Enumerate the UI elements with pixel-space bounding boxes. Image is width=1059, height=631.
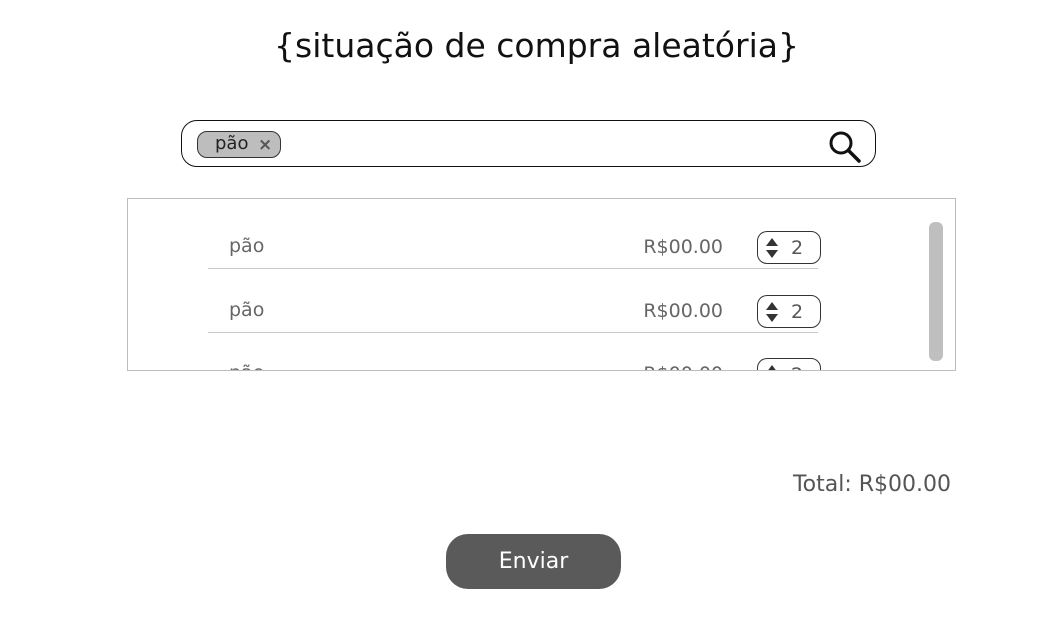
list-item: pão R$00.00 2 — [208, 205, 821, 269]
search-tag-chip[interactable]: pão × — [197, 131, 281, 158]
quantity-value: 2 — [791, 301, 804, 323]
stepper-arrows-icon[interactable] — [765, 364, 779, 371]
search-input[interactable] — [290, 129, 814, 161]
page-title: {situação de compra aleatória} — [274, 26, 799, 65]
list-item: pão R$00.00 2 — [208, 332, 821, 371]
quantity-stepper[interactable]: 2 — [757, 231, 821, 264]
list-scrollbar[interactable] — [929, 222, 943, 361]
item-price: R$00.00 — [643, 236, 723, 258]
quantity-value: 2 — [791, 364, 803, 370]
quantity-value: 2 — [791, 237, 804, 259]
item-name: pão — [229, 235, 265, 257]
item-price: R$00.00 — [643, 300, 723, 322]
search-bar[interactable]: pão × — [181, 120, 876, 167]
list-item: pão R$00.00 2 — [208, 269, 821, 333]
total-label: Total: R$00.00 — [792, 472, 951, 497]
quantity-stepper[interactable]: 2 — [757, 358, 821, 371]
search-icon[interactable] — [828, 130, 862, 164]
item-name: pão — [229, 299, 265, 321]
item-list: pão R$00.00 2 pão R$00.00 2 pã — [127, 198, 956, 371]
stepper-arrows-icon[interactable] — [765, 237, 779, 259]
close-icon[interactable]: × — [258, 135, 272, 155]
purchase-page: {situação de compra aleatória} pão × pão… — [0, 0, 1059, 631]
send-button[interactable]: Enviar — [446, 534, 621, 589]
quantity-stepper[interactable]: 2 — [757, 295, 821, 328]
item-name: pão — [229, 362, 264, 370]
stepper-arrows-icon[interactable] — [765, 301, 779, 323]
item-price: R$00.00 — [643, 363, 723, 370]
search-tag-label: pão — [215, 133, 249, 154]
